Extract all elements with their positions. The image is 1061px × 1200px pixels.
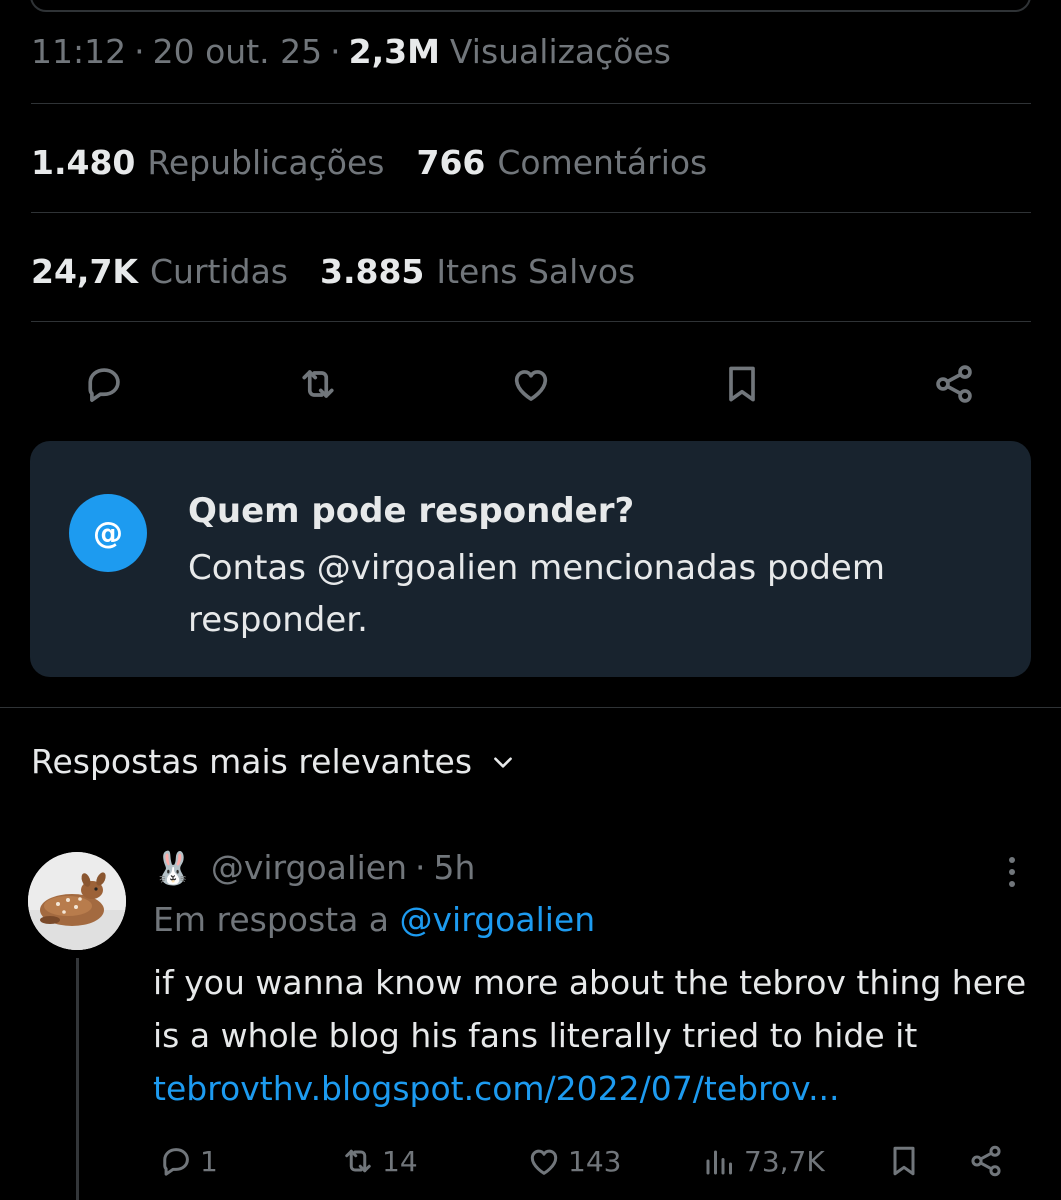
reply-post-bookmark-button[interactable] [886, 1138, 928, 1184]
reply-restriction-description: Contas @virgoalien mencionadas podem res… [188, 548, 885, 640]
separator-dot: · [134, 31, 145, 71]
views-icon [706, 1150, 732, 1175]
reposts-count: 1.480 [31, 142, 136, 182]
tweet-time: 11:12 [31, 31, 127, 71]
more-options-icon[interactable] [1000, 852, 1024, 892]
quoted-card-edge [30, 0, 1031, 12]
saves-count: 3.885 [320, 251, 425, 291]
likes-stat[interactable]: 24,7K Curtidas [31, 252, 288, 291]
comments-count: 766 [416, 142, 486, 182]
reply-restriction-title: Quem pode responder? [188, 491, 635, 531]
comments-stat[interactable]: 766 Comentários [416, 143, 707, 182]
replies-sort-dropdown[interactable]: Respostas mais relevantes [31, 742, 516, 781]
reply-post-action-bar: 1 14 143 73,7K [0, 1138, 1061, 1184]
repost-icon [345, 1149, 371, 1173]
stats-row-likes-saves: 24,7K Curtidas 3.885 Itens Salvos [31, 245, 667, 297]
divider [31, 103, 1031, 104]
comments-label: Comentários [497, 142, 708, 182]
repost-icon[interactable] [294, 360, 342, 408]
reposts-label: Republicações [147, 142, 385, 182]
saves-stat[interactable]: 3.885 Itens Salvos [320, 252, 635, 291]
reply-to-prefix: Em resposta a [153, 900, 390, 939]
tweet-action-bar [0, 352, 1061, 416]
replies-sort-label: Respostas mais relevantes [31, 742, 473, 781]
reply-post-header: 🐰 @virgoaIien · 5h [153, 848, 475, 887]
reply-icon [163, 1148, 189, 1176]
reply-post-reply-button[interactable]: 1 [158, 1138, 218, 1184]
reply-post-like-button[interactable]: 143 [526, 1138, 621, 1184]
reply-post-views-button[interactable]: 73,7K [702, 1138, 825, 1184]
tweet-meta: 11:12 · 20 out. 25 · 2,3M Visualizações [31, 26, 671, 76]
share-icon [971, 1145, 1001, 1177]
reply-post-views-count: 73,7K [744, 1144, 825, 1178]
views-count: 2,3M [348, 31, 440, 71]
section-divider [0, 707, 1061, 708]
separator-dot: · [330, 31, 341, 71]
avatar[interactable] [28, 852, 126, 950]
reply-post-link[interactable]: tebrovthv.blogspot.com/2022/07/tebrov... [153, 1069, 840, 1108]
divider [31, 321, 1031, 322]
reply-to-line: Em resposta a @virgoalien [153, 900, 595, 939]
reply-post-share-button[interactable] [968, 1138, 1010, 1184]
bunny-emoji-icon: 🐰 [153, 848, 193, 887]
reply-post-replies-count: 1 [200, 1144, 218, 1178]
bookmark-icon[interactable] [718, 360, 766, 408]
tweet-date: 20 out. 25 [152, 31, 323, 71]
reposts-stat[interactable]: 1.480 Republicações [31, 143, 384, 182]
share-icon[interactable] [930, 360, 978, 408]
reply-post-time[interactable]: 5h [434, 848, 476, 887]
reply-post-repost-button[interactable]: 14 [340, 1138, 418, 1184]
like-icon[interactable] [507, 360, 555, 408]
reply-post-likes-count: 143 [568, 1144, 622, 1178]
reply-to-handle[interactable]: @virgoalien [400, 900, 596, 939]
likes-label: Curtidas [150, 251, 288, 291]
reply-post-reposts-count: 14 [382, 1144, 418, 1178]
reply-post-text: if you wanna know more about the tebrov … [153, 956, 1033, 1115]
separator-dot: · [415, 848, 426, 887]
reply-post-handle[interactable]: @virgoaIien [211, 848, 407, 887]
reply-post-body-text: if you wanna know more about the tebrov … [153, 963, 1027, 1055]
at-icon: @ [69, 494, 147, 572]
views-label[interactable]: Visualizações [450, 32, 671, 71]
chevron-down-icon [494, 756, 512, 768]
stats-row-reposts-comments: 1.480 Republicações 766 Comentários [31, 136, 739, 188]
like-icon [530, 1149, 558, 1175]
likes-count: 24,7K [31, 251, 138, 291]
bookmark-icon [893, 1146, 915, 1176]
divider [31, 212, 1031, 213]
fawn-avatar-image [28, 852, 126, 950]
reply-icon[interactable] [80, 360, 128, 408]
reply-restriction-card: @ Quem pode responder? Contas @virgoalie… [30, 441, 1031, 677]
saves-label: Itens Salvos [436, 251, 636, 291]
